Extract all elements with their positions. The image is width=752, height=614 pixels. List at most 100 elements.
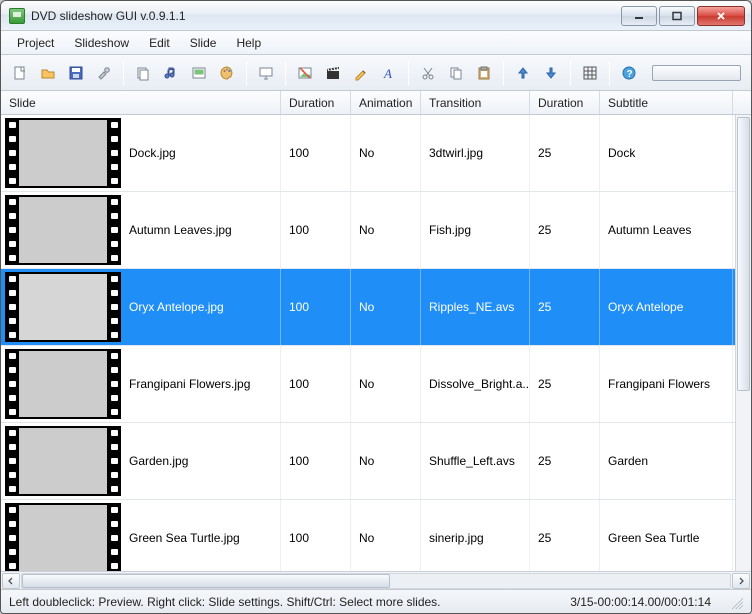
menu-slide[interactable]: Slide [180,33,227,53]
header-subtitle[interactable]: Subtitle [600,91,733,114]
scroll-thumb[interactable] [22,574,390,588]
header-transition[interactable]: Transition [421,91,530,114]
help-icon[interactable]: ? [616,60,642,86]
cell-transition[interactable]: Shuffle_Left.avs [421,423,530,499]
minimize-button[interactable] [621,6,657,26]
presentation-icon[interactable] [253,60,279,86]
cell-duration[interactable]: 100 [281,346,351,422]
header-spacer [733,91,751,114]
table-row[interactable]: Autumn Leaves.jpg100NoFish.jpg25Autumn L… [1,192,751,269]
open-folder-icon[interactable] [35,60,61,86]
cell-subtitle[interactable]: Dock [600,115,733,191]
titlebar: DVD slideshow GUI v.0.9.1.1 [1,1,751,31]
copy2-icon[interactable] [443,60,469,86]
arrow-up-icon[interactable] [510,60,536,86]
tools-icon[interactable] [91,60,117,86]
toolbar-separator [246,61,247,85]
font-icon[interactable]: A [376,60,402,86]
cell-transition[interactable]: Fish.jpg [421,192,530,268]
status-hint: Left doubleclick: Preview. Right click: … [9,595,441,609]
copy-icon[interactable] [130,60,156,86]
cell-duration[interactable]: 100 [281,423,351,499]
cell-slide[interactable]: Dock.jpg [1,115,281,191]
table-row[interactable]: Oryx Antelope.jpg 100NoRipples_NE.avs25Or… [1,269,751,346]
header-duration[interactable]: Duration [281,91,351,114]
save-icon[interactable] [63,60,89,86]
table-row[interactable]: Green Sea Turtle.jpg 100Nosinerip.jpg25Gr… [1,500,751,571]
slide-list[interactable]: Dock.jpg100No3dtwirl.jpg25DockAutumn Lea… [1,115,751,571]
cell-duration2[interactable]: 25 [530,269,600,345]
resize-grip-icon[interactable] [729,595,743,609]
slide-image-icon[interactable] [186,60,212,86]
cell-transition[interactable]: Dissolve_Bright.a... [421,346,530,422]
cell-duration2[interactable]: 25 [530,115,600,191]
window-buttons [619,6,745,26]
cell-duration[interactable]: 100 [281,115,351,191]
cell-slide[interactable]: Oryx Antelope.jpg [1,269,281,345]
image-icon[interactable] [292,60,318,86]
cell-animation[interactable]: No [351,192,421,268]
cell-subtitle[interactable]: Garden [600,423,733,499]
cell-animation[interactable]: No [351,423,421,499]
cell-duration[interactable]: 100 [281,269,351,345]
maximize-button[interactable] [659,6,695,26]
cell-subtitle[interactable]: Autumn Leaves [600,192,733,268]
horizontal-scrollbar[interactable] [1,571,751,589]
column-headers: Slide Duration Animation Transition Dura… [1,91,751,115]
cell-animation[interactable]: No [351,500,421,571]
cell-duration2[interactable]: 25 [530,500,600,571]
arrow-down-icon[interactable] [538,60,564,86]
menu-project[interactable]: Project [7,33,64,53]
thumbnail [5,195,121,265]
cell-animation[interactable]: No [351,346,421,422]
svg-text:?: ? [627,69,633,80]
thumbnail [5,503,121,571]
scroll-track[interactable] [21,573,731,589]
cell-subtitle[interactable]: Frangipani Flowers [600,346,733,422]
cell-transition[interactable]: 3dtwirl.jpg [421,115,530,191]
menu-slideshow[interactable]: Slideshow [64,33,139,53]
cell-duration2[interactable]: 25 [530,423,600,499]
grid-icon[interactable] [577,60,603,86]
thumbnail [5,349,121,419]
vertical-scrollbar[interactable] [735,115,751,571]
toolbar-separator [570,61,571,85]
music-icon[interactable] [158,60,184,86]
cell-duration2[interactable]: 25 [530,346,600,422]
app-window: DVD slideshow GUI v.0.9.1.1 Project Slid… [0,0,752,614]
cell-animation[interactable]: No [351,269,421,345]
menu-help[interactable]: Help [226,33,271,53]
cell-subtitle[interactable]: Green Sea Turtle [600,500,733,571]
scroll-left-icon[interactable] [2,573,20,589]
close-button[interactable] [697,6,745,26]
table-row[interactable]: Garden.jpg100NoShuffle_Left.avs25Garden [1,423,751,500]
scroll-right-icon[interactable] [732,573,750,589]
cell-animation[interactable]: No [351,115,421,191]
table-row[interactable]: Frangipani Flowers.jpg100NoDissolve_Brig… [1,346,751,423]
cell-duration[interactable]: 100 [281,500,351,571]
new-file-icon[interactable] [7,60,33,86]
menu-edit[interactable]: Edit [139,33,180,53]
header-duration2[interactable]: Duration [530,91,600,114]
cell-transition[interactable]: sinerip.jpg [421,500,530,571]
paste-icon[interactable] [471,60,497,86]
cell-duration[interactable]: 100 [281,192,351,268]
slide-name: Oryx Antelope.jpg [129,300,224,314]
cut-icon[interactable] [415,60,441,86]
toolbar: A? [1,55,751,91]
header-slide[interactable]: Slide [1,91,281,114]
pencil-icon[interactable] [348,60,374,86]
cell-slide[interactable]: Green Sea Turtle.jpg [1,500,281,571]
header-animation[interactable]: Animation [351,91,421,114]
clapper-icon[interactable] [320,60,346,86]
vertical-scroll-thumb[interactable] [737,117,750,391]
slide-name: Green Sea Turtle.jpg [129,531,240,545]
cell-transition[interactable]: Ripples_NE.avs [421,269,530,345]
cell-duration2[interactable]: 25 [530,192,600,268]
palette-icon[interactable] [214,60,240,86]
cell-subtitle[interactable]: Oryx Antelope [600,269,733,345]
table-row[interactable]: Dock.jpg100No3dtwirl.jpg25Dock [1,115,751,192]
cell-slide[interactable]: Autumn Leaves.jpg [1,192,281,268]
cell-slide[interactable]: Frangipani Flowers.jpg [1,346,281,422]
cell-slide[interactable]: Garden.jpg [1,423,281,499]
